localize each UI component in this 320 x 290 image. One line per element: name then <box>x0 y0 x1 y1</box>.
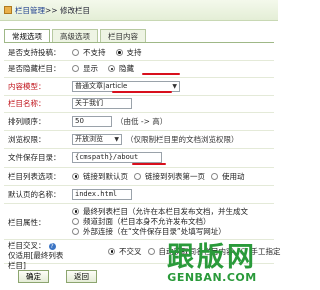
radio-show[interactable]: 显示 <box>72 63 98 74</box>
radio-selected-icon <box>72 207 79 215</box>
radio-icon <box>72 217 79 225</box>
highlight-underline <box>112 91 172 93</box>
default-page-input[interactable]: index.html <box>72 188 132 200</box>
support-submit-label: 是否支持投稿： <box>8 47 61 57</box>
radio-icon <box>72 227 79 235</box>
chevron-down-icon: ▼ <box>172 82 177 90</box>
chevron-down-icon: ▼ <box>114 135 119 143</box>
cross-label-note: 仅适用[最终列表栏目] <box>8 251 64 270</box>
radio-selected-icon <box>108 65 115 72</box>
save-dir-input[interactable]: {cmspath}/about <box>72 152 162 163</box>
row-sort: 排列顺序： 50 （由低 -> 高） <box>4 112 274 131</box>
browse-select[interactable]: 开放浏览 ▼ <box>72 133 122 145</box>
radio-use-dynamic[interactable]: 使用动 <box>211 171 245 182</box>
radio-external-link[interactable]: 外部连接（在“文件保存目录”处填写网址） <box>72 226 226 236</box>
tab-divider <box>4 42 274 43</box>
row-attribute: 栏目属性： 最终列表栏目（允许在本栏目发布文档，并生成文 频道封面（栏目本身不允… <box>4 203 274 240</box>
radio-selected-icon <box>115 48 123 56</box>
folder-icon <box>4 6 12 14</box>
row-list-options: 栏目列表选项： 链接到默认页 链接到列表第一页 使用动 <box>4 167 274 186</box>
radio-selected-icon <box>72 172 79 180</box>
radio-no-cross[interactable]: 不交叉 <box>108 246 142 257</box>
tab-advanced[interactable]: 高级选项 <box>52 29 98 42</box>
radio-icon <box>72 65 79 72</box>
tab-general[interactable]: 常规选项 <box>4 29 50 42</box>
row-hidden: 是否隐藏栏目： 显示 隐藏 <box>4 60 274 78</box>
breadcrumb-link-column-manage[interactable]: 栏目管理 <box>15 6 45 15</box>
watermark-logo: 跟版网 GENBAN.COM <box>152 244 272 284</box>
row-default-page: 默认页的名称： index.html <box>4 185 274 204</box>
row-content-model: 内容模型： 普通文章|article ▼ <box>4 77 274 96</box>
sort-label: 排列顺序： <box>8 116 46 126</box>
row-browse: 浏览权限： 开放浏览 ▼ （仅限制栏目里的文档浏览权限） <box>4 130 274 149</box>
breadcrumb-separator: >> <box>45 5 58 15</box>
row-support-submit: 是否支持投稿： 不支持 支持 <box>4 44 274 61</box>
list-options-label: 栏目列表选项： <box>8 171 61 181</box>
radio-selected-icon <box>108 247 115 255</box>
default-page-label: 默认页的名称： <box>8 189 61 199</box>
name-label: 栏目名称： <box>8 99 46 108</box>
tab-content[interactable]: 栏目内容 <box>100 29 146 42</box>
watermark-url: GENBAN.COM <box>167 271 257 284</box>
tab-bar: 常规选项 高级选项 栏目内容 <box>4 29 148 43</box>
radio-hide[interactable]: 隐藏 <box>108 63 134 74</box>
radio-link-first-page[interactable]: 链接到列表第一页 <box>134 171 205 182</box>
radio-channel-cover[interactable]: 频道封面（栏目本身不允许发布文档） <box>72 216 211 226</box>
radio-support[interactable]: 支持 <box>115 47 142 58</box>
radio-link-default[interactable]: 链接到默认页 <box>72 171 128 182</box>
name-input[interactable]: 关于我们 <box>72 98 132 109</box>
row-save-dir: 文件保存目录： {cmspath}/about <box>4 148 274 168</box>
highlight-underline <box>142 73 180 75</box>
hidden-label: 是否隐藏栏目： <box>8 64 61 73</box>
sort-input[interactable]: 50 <box>72 115 112 127</box>
content-model-select[interactable]: 普通文章|article ▼ <box>72 80 180 92</box>
cross-label: 栏目交叉：? 仅适用[最终列表栏目] <box>8 241 64 270</box>
browse-note: （仅限制栏目里的文档浏览权限） <box>126 134 239 144</box>
breadcrumb: 栏目管理>> 修改栏目 <box>15 5 90 16</box>
content-model-label: 内容模型： <box>8 81 46 91</box>
watermark-title: 跟版网 <box>167 242 257 273</box>
radio-icon <box>134 172 141 180</box>
attribute-label: 栏目属性： <box>8 218 46 227</box>
save-dir-label: 文件保存目录： <box>8 153 61 162</box>
help-icon[interactable]: ? <box>48 243 56 250</box>
radio-icon <box>72 48 79 56</box>
radio-icon <box>211 172 218 180</box>
breadcrumb-current: 修改栏目 <box>59 5 90 15</box>
row-name: 栏目名称： 关于我们 <box>4 95 274 113</box>
back-button[interactable]: 返回 <box>66 270 97 283</box>
highlight-underline <box>132 163 166 165</box>
title-bar: 栏目管理>> 修改栏目 <box>0 0 278 21</box>
radio-final-list[interactable]: 最终列表栏目（允许在本栏目发布文档，并生成文 <box>72 206 248 216</box>
sort-note: （由低 -> 高） <box>116 116 168 126</box>
radio-not-support[interactable]: 不支持 <box>72 47 106 58</box>
confirm-button[interactable]: 确定 <box>18 270 49 283</box>
browse-label: 浏览权限： <box>8 134 46 144</box>
